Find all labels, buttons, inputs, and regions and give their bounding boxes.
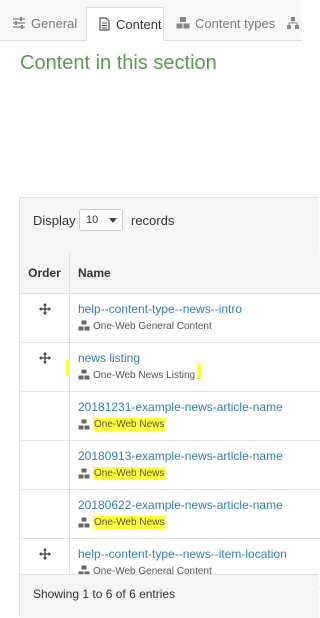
name-cell: news listingOne-Web News Listing	[70, 343, 320, 392]
highlight-mark-right	[197, 363, 201, 379]
table-row: 20180622-example-news-article-name One-We…	[20, 490, 320, 539]
tab-content[interactable]: Content	[86, 7, 164, 41]
content-type: One-Web General Content	[78, 320, 212, 332]
cubes-icon	[78, 517, 93, 529]
table-row: help--content-type--news--intro One-Web G…	[20, 294, 320, 343]
sliders-icon	[12, 16, 26, 30]
table-row: 20181231-example-news-article-name One-We…	[20, 392, 320, 441]
content-type-label: One-Web News	[93, 418, 165, 431]
content-item-link[interactable]: 20180913-example-news-article-name	[78, 449, 319, 463]
tab-bar: General Content Content types	[0, 0, 302, 41]
content-item-link[interactable]: 20180622-example-news-article-name	[78, 498, 319, 512]
content-type-label: One-Web News	[93, 467, 165, 480]
column-header-name[interactable]: Name	[70, 253, 320, 294]
content-type: One-Web News	[78, 418, 165, 431]
table-header-row: Order Name	[20, 253, 320, 294]
name-cell: 20180622-example-news-article-name One-We…	[70, 490, 320, 539]
records-label: records	[131, 213, 174, 228]
cubes-icon	[78, 320, 93, 332]
content-item-link[interactable]: 20181231-example-news-article-name	[78, 400, 319, 414]
display-label: Display	[33, 213, 76, 228]
table-row: news listingOne-Web News Listing	[20, 343, 320, 392]
column-header-order[interactable]: Order	[20, 253, 70, 294]
name-cell: help--content-type--news--intro One-Web G…	[70, 294, 320, 343]
cubes-icon	[78, 468, 93, 480]
order-cell	[20, 392, 70, 441]
table-row: 20180913-example-news-article-name One-We…	[20, 441, 320, 490]
cubes-icon	[78, 419, 93, 431]
content-type: One-Web News	[78, 467, 165, 480]
content-table-panel: Display 10 records Order Name help--cont…	[19, 197, 319, 617]
tab-content-types[interactable]: Content types	[176, 7, 275, 39]
content-type: One-Web News Listing	[78, 369, 195, 381]
sitemap-icon	[286, 16, 300, 30]
tab-content-types-label: Content types	[195, 16, 275, 31]
name-cell: 20181231-example-news-article-name One-We…	[70, 392, 320, 441]
content-type-label: One-Web General Content	[93, 321, 212, 332]
tab-general-label: General	[31, 16, 77, 31]
records-per-page-select[interactable]: 10	[79, 209, 123, 231]
move-handle-icon[interactable]	[39, 303, 51, 318]
chevron-down-icon	[109, 218, 117, 223]
content-item-link[interactable]: help--content-type--news--item-location	[78, 547, 319, 561]
section-title: Content in this section	[20, 52, 217, 75]
table-info-text: Showing 1 to 6 of 6 entries	[33, 587, 175, 601]
cubes-icon	[78, 369, 93, 381]
content-type-label: One-Web News	[93, 516, 165, 529]
name-cell: 20180913-example-news-article-name One-We…	[70, 441, 320, 490]
content-type: One-Web News	[78, 516, 165, 529]
content-type-label: One-Web News Listing	[93, 370, 195, 381]
move-handle-icon[interactable]	[39, 548, 51, 563]
records-per-page-bar: Display 10 records	[20, 198, 319, 254]
cubes-icon	[176, 16, 190, 30]
content-table: Order Name help--content-type--news--int…	[20, 253, 320, 588]
records-per-page-value: 10	[86, 214, 98, 226]
table-info: Showing 1 to 6 of 6 entries	[20, 574, 319, 618]
content-item-link[interactable]: help--content-type--news--intro	[78, 302, 319, 316]
move-handle-icon[interactable]	[39, 352, 51, 367]
tab-content-label: Content	[116, 17, 162, 32]
highlight-mark-left	[66, 360, 70, 376]
order-cell	[20, 490, 70, 539]
tab-more[interactable]	[286, 7, 305, 39]
document-icon	[97, 17, 111, 31]
tab-general[interactable]: General	[12, 7, 77, 39]
order-cell	[20, 343, 70, 392]
order-cell	[20, 441, 70, 490]
order-cell	[20, 294, 70, 343]
